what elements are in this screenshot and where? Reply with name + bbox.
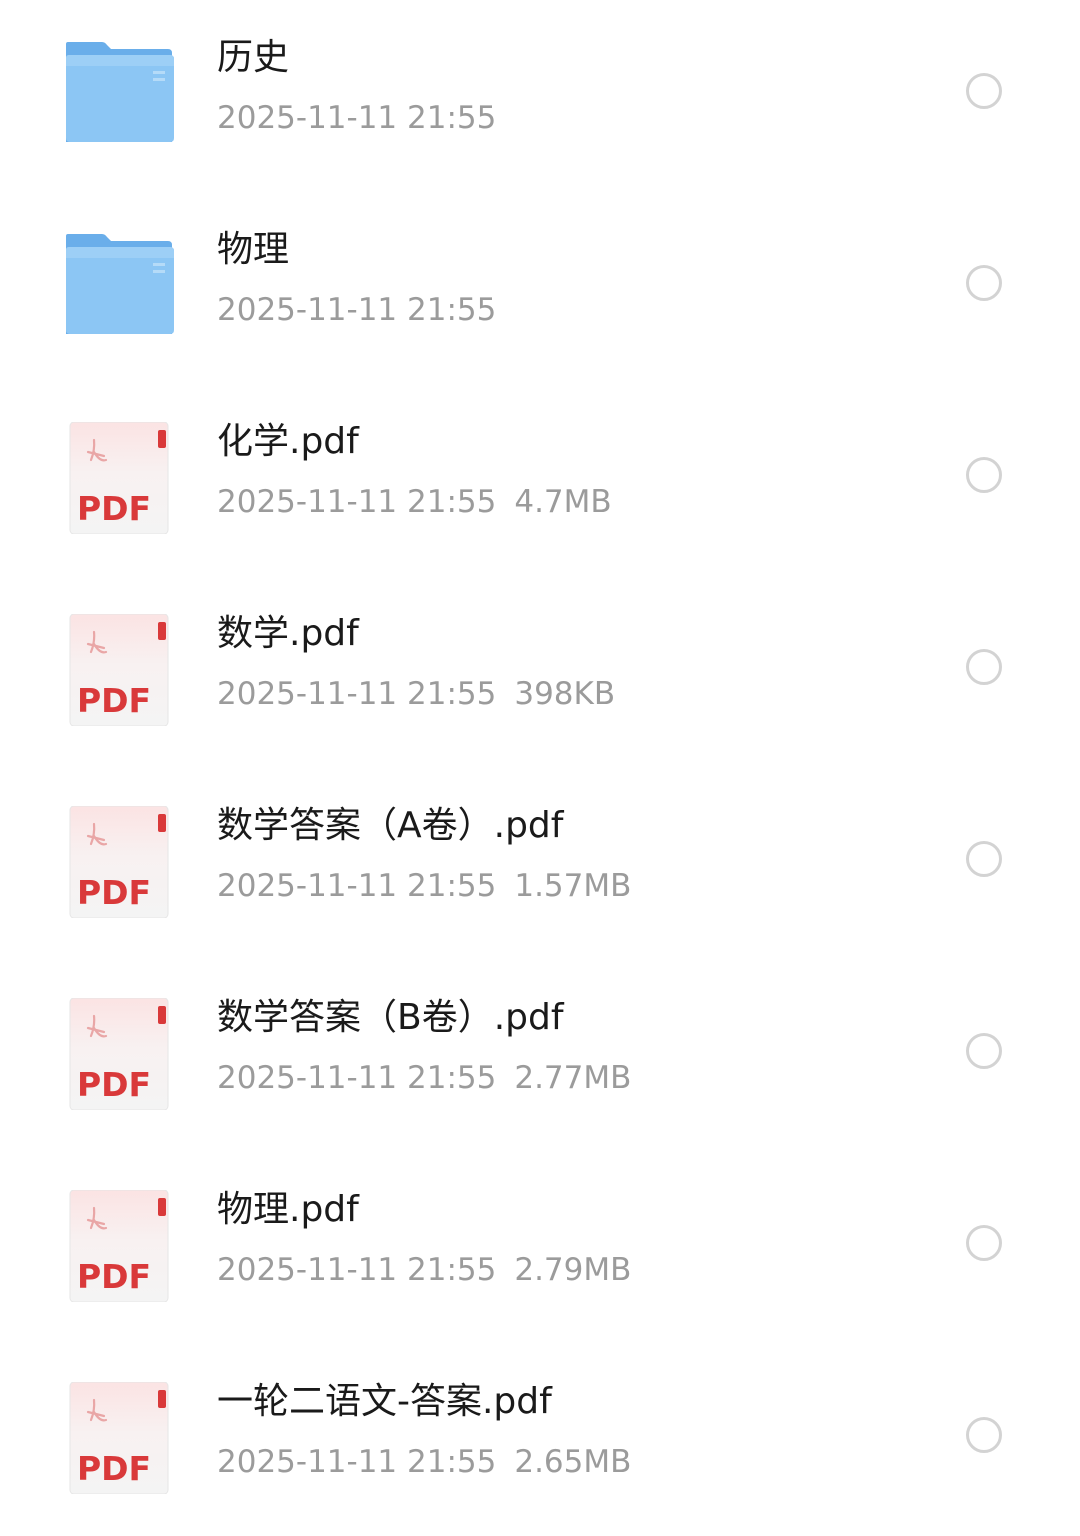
list-item-pdf[interactable]: PDF 一轮二语文-答案.pdf 2025-11-11 21:55 2.65MB — [0, 1344, 1080, 1536]
select-radio[interactable] — [966, 1417, 1002, 1453]
file-name: 物理.pdf — [217, 1189, 359, 1230]
file-meta: 2025-11-11 21:55 2.79MB — [217, 1248, 631, 1292]
file-name: 历史 — [217, 37, 290, 78]
list-item-folder[interactable]: 物理 2025-11-11 21:55 — [0, 192, 1080, 384]
select-radio[interactable] — [966, 73, 1002, 109]
file-size: 2.77MB — [514, 1060, 632, 1096]
file-meta: 2025-11-11 21:55 — [217, 288, 496, 332]
file-date: 2025-11-11 21:55 — [217, 868, 497, 904]
pdf-icon: PDF — [64, 1190, 176, 1302]
file-date: 2025-11-11 21:55 — [217, 484, 497, 520]
file-meta: 2025-11-11 21:55 — [217, 96, 496, 140]
pdf-label: PDF — [77, 1065, 151, 1104]
pdf-icon: PDF — [64, 422, 176, 534]
folder-icon — [64, 38, 176, 150]
pdf-icon: PDF — [64, 614, 176, 726]
file-date: 2025-11-11 21:55 — [217, 292, 497, 328]
file-size: 1.57MB — [514, 868, 632, 904]
select-radio[interactable] — [966, 1033, 1002, 1069]
file-size: 398KB — [514, 676, 616, 712]
select-radio[interactable] — [966, 265, 1002, 301]
file-name: 数学.pdf — [217, 613, 359, 654]
file-meta: 2025-11-11 21:55 1.57MB — [217, 864, 631, 908]
file-date: 2025-11-11 21:55 — [217, 1060, 497, 1096]
file-date: 2025-11-11 21:55 — [217, 100, 497, 136]
list-item-pdf[interactable]: PDF 物理.pdf 2025-11-11 21:55 2.79MB — [0, 1152, 1080, 1344]
select-radio[interactable] — [966, 457, 1002, 493]
file-name: 数学答案（B卷）.pdf — [217, 997, 564, 1038]
file-name: 化学.pdf — [217, 421, 359, 462]
list-item-pdf[interactable]: PDF 化学.pdf 2025-11-11 21:55 4.7MB — [0, 384, 1080, 576]
select-radio[interactable] — [966, 649, 1002, 685]
file-date: 2025-11-11 21:55 — [217, 1252, 497, 1288]
pdf-label: PDF — [77, 873, 151, 912]
pdf-label: PDF — [77, 489, 151, 528]
list-item-pdf[interactable]: PDF 数学答案（B卷）.pdf 2025-11-11 21:55 2.77MB — [0, 960, 1080, 1152]
file-date: 2025-11-11 21:55 — [217, 1444, 497, 1480]
file-list: 历史 2025-11-11 21:55 物理 2025-11-11 21:55 — [0, 0, 1080, 1496]
select-radio[interactable] — [966, 841, 1002, 877]
file-name: 数学答案（A卷）.pdf — [217, 805, 564, 846]
file-size: 4.7MB — [514, 484, 612, 520]
pdf-icon: PDF — [64, 1382, 176, 1494]
file-size: 2.79MB — [514, 1252, 632, 1288]
file-meta: 2025-11-11 21:55 4.7MB — [217, 480, 612, 524]
file-meta: 2025-11-11 21:55 2.77MB — [217, 1056, 631, 1100]
file-meta: 2025-11-11 21:55 2.65MB — [217, 1440, 631, 1484]
file-meta: 2025-11-11 21:55 398KB — [217, 672, 615, 716]
file-name: 物理 — [217, 229, 290, 270]
file-name: 一轮二语文-答案.pdf — [217, 1381, 552, 1422]
pdf-icon: PDF — [64, 998, 176, 1110]
folder-icon — [64, 230, 176, 342]
file-date: 2025-11-11 21:55 — [217, 676, 497, 712]
pdf-label: PDF — [77, 1449, 151, 1488]
list-item-folder[interactable]: 历史 2025-11-11 21:55 — [0, 0, 1080, 192]
file-size: 2.65MB — [514, 1444, 632, 1480]
pdf-label: PDF — [77, 681, 151, 720]
select-radio[interactable] — [966, 1225, 1002, 1261]
pdf-label: PDF — [77, 1257, 151, 1296]
list-item-pdf[interactable]: PDF 数学答案（A卷）.pdf 2025-11-11 21:55 1.57MB — [0, 768, 1080, 960]
list-item-pdf[interactable]: PDF 数学.pdf 2025-11-11 21:55 398KB — [0, 576, 1080, 768]
pdf-icon: PDF — [64, 806, 176, 918]
